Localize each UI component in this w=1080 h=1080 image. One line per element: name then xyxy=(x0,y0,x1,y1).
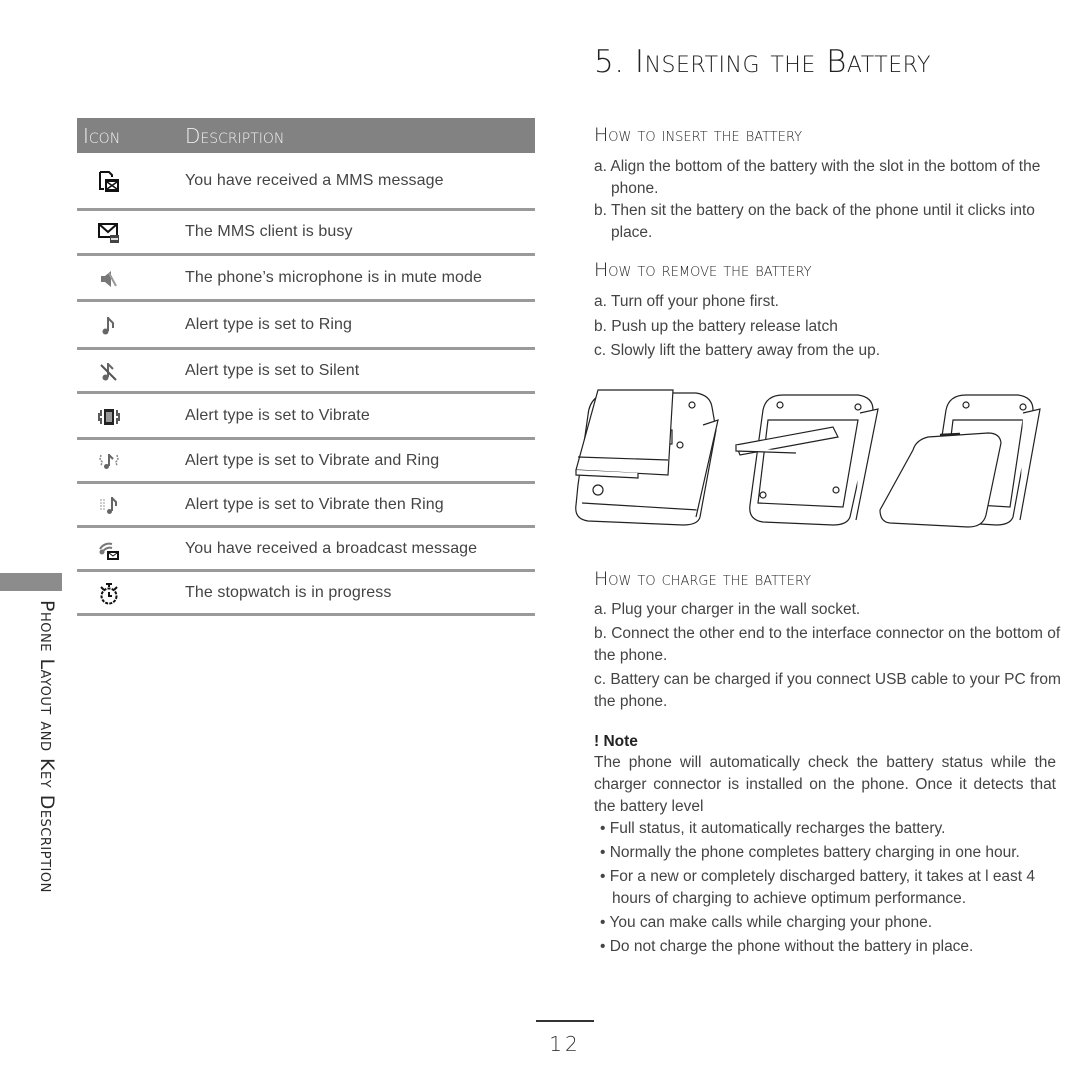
table-row: Alert type is set to Silent xyxy=(77,350,535,394)
page-number-rule xyxy=(536,1020,594,1022)
charge-steps: a. Plug your charger in the wall socket.… xyxy=(594,599,1072,713)
vibrate-and-ring-icon xyxy=(98,451,120,471)
table-row: The phone’s microphone is in mute mode xyxy=(77,256,535,302)
table-row: Alert type is set to Vibrate then Ring xyxy=(77,484,535,528)
row-description: Alert type is set to Silent xyxy=(185,361,360,379)
table-row: You have received a broadcast message xyxy=(77,528,535,572)
remove-step: a. Turn off your phone first. xyxy=(594,293,779,310)
note-body: The phone will automatically check the b… xyxy=(594,754,1056,815)
charge-step: c. Battery can be charged if you connect… xyxy=(594,671,1061,710)
table-row: The MMS client is busy xyxy=(77,211,535,256)
section-heading-remove: How to remove the battery xyxy=(594,259,812,281)
row-description: You have received a MMS message xyxy=(185,171,444,189)
note-bullet: • Do not charge the phone without the ba… xyxy=(600,938,974,955)
table-row: You have received a MMS message xyxy=(77,153,535,211)
remove-step: c. Slowly lift the battery away from the… xyxy=(594,342,881,359)
remove-step: b. Push up the battery release latch xyxy=(594,317,838,335)
page-title: 5. Inserting the Battery xyxy=(594,44,931,80)
insert-steps: a. Align the bottom of the battery with … xyxy=(594,156,1072,244)
row-description: The MMS client is busy xyxy=(185,223,353,240)
header-icon: Icon xyxy=(83,123,121,148)
note-bullets: • Full status, it automatically recharge… xyxy=(600,818,1058,960)
header-description: Description xyxy=(185,123,285,148)
row-description: Alert type is set to Vibrate then Ring xyxy=(185,495,444,513)
note-bullet: • Normally the phone completes battery c… xyxy=(600,844,1020,861)
section-label: Phone Layout and Key Description xyxy=(36,600,58,893)
silent-icon xyxy=(98,361,120,381)
row-description: Alert type is set to Vibrate and Ring xyxy=(185,451,440,469)
table-row: The stopwatch is in progress xyxy=(77,572,535,616)
row-description: Alert type is set to Ring xyxy=(185,315,353,333)
table-header: Icon Description xyxy=(77,118,535,153)
battery-cover-illustration xyxy=(879,394,1041,528)
section-heading-charge: How to charge the battery xyxy=(594,568,812,590)
insert-step: b. Then sit the battery on the back of t… xyxy=(594,202,1035,241)
table-row: Alert type is set to Vibrate and Ring xyxy=(77,440,535,484)
remove-steps: a. Turn off your phone first. b. Push up… xyxy=(594,290,1072,364)
note-bullet: • For a new or completely discharged bat… xyxy=(600,868,1036,907)
table-row: Alert type is set to Vibrate xyxy=(77,394,535,440)
battery-illustrations xyxy=(575,389,1041,528)
row-description: Alert type is set to Vibrate xyxy=(185,406,370,424)
insert-step: a. Align the bottom of the battery with … xyxy=(594,158,1041,197)
mms-received-icon xyxy=(98,170,120,192)
battery-inserting-illustration xyxy=(735,394,879,526)
section-tab-marker xyxy=(0,573,62,591)
row-description: The phone’s microphone is in mute mode xyxy=(185,268,483,286)
note-title: ! Note xyxy=(594,733,638,750)
stopwatch-icon xyxy=(98,582,120,604)
battery-removed-illustration xyxy=(575,389,719,526)
microphone-mute-icon xyxy=(98,268,120,288)
vibrate-icon xyxy=(98,406,120,426)
charge-step: b. Connect the other end to the interfac… xyxy=(594,625,1061,664)
mms-busy-icon xyxy=(98,222,120,243)
row-description: You have received a broadcast message xyxy=(185,539,478,557)
page-number: 12 xyxy=(549,1032,581,1056)
broadcast-message-icon xyxy=(98,539,120,560)
section-heading-insert: How to insert the battery xyxy=(594,124,803,146)
table-row: Alert type is set to Ring xyxy=(77,302,535,350)
ring-icon xyxy=(98,315,120,335)
row-description: The stopwatch is in progress xyxy=(185,583,392,601)
note-bullet: • You can make calls while charging your… xyxy=(600,914,932,931)
icon-description-table: Icon Description You have received a MMS… xyxy=(77,118,535,616)
charge-step: a. Plug your charger in the wall socket. xyxy=(594,601,861,618)
note-bullet: • Full status, it automatically recharge… xyxy=(600,820,946,837)
vibrate-then-ring-icon xyxy=(98,495,120,515)
